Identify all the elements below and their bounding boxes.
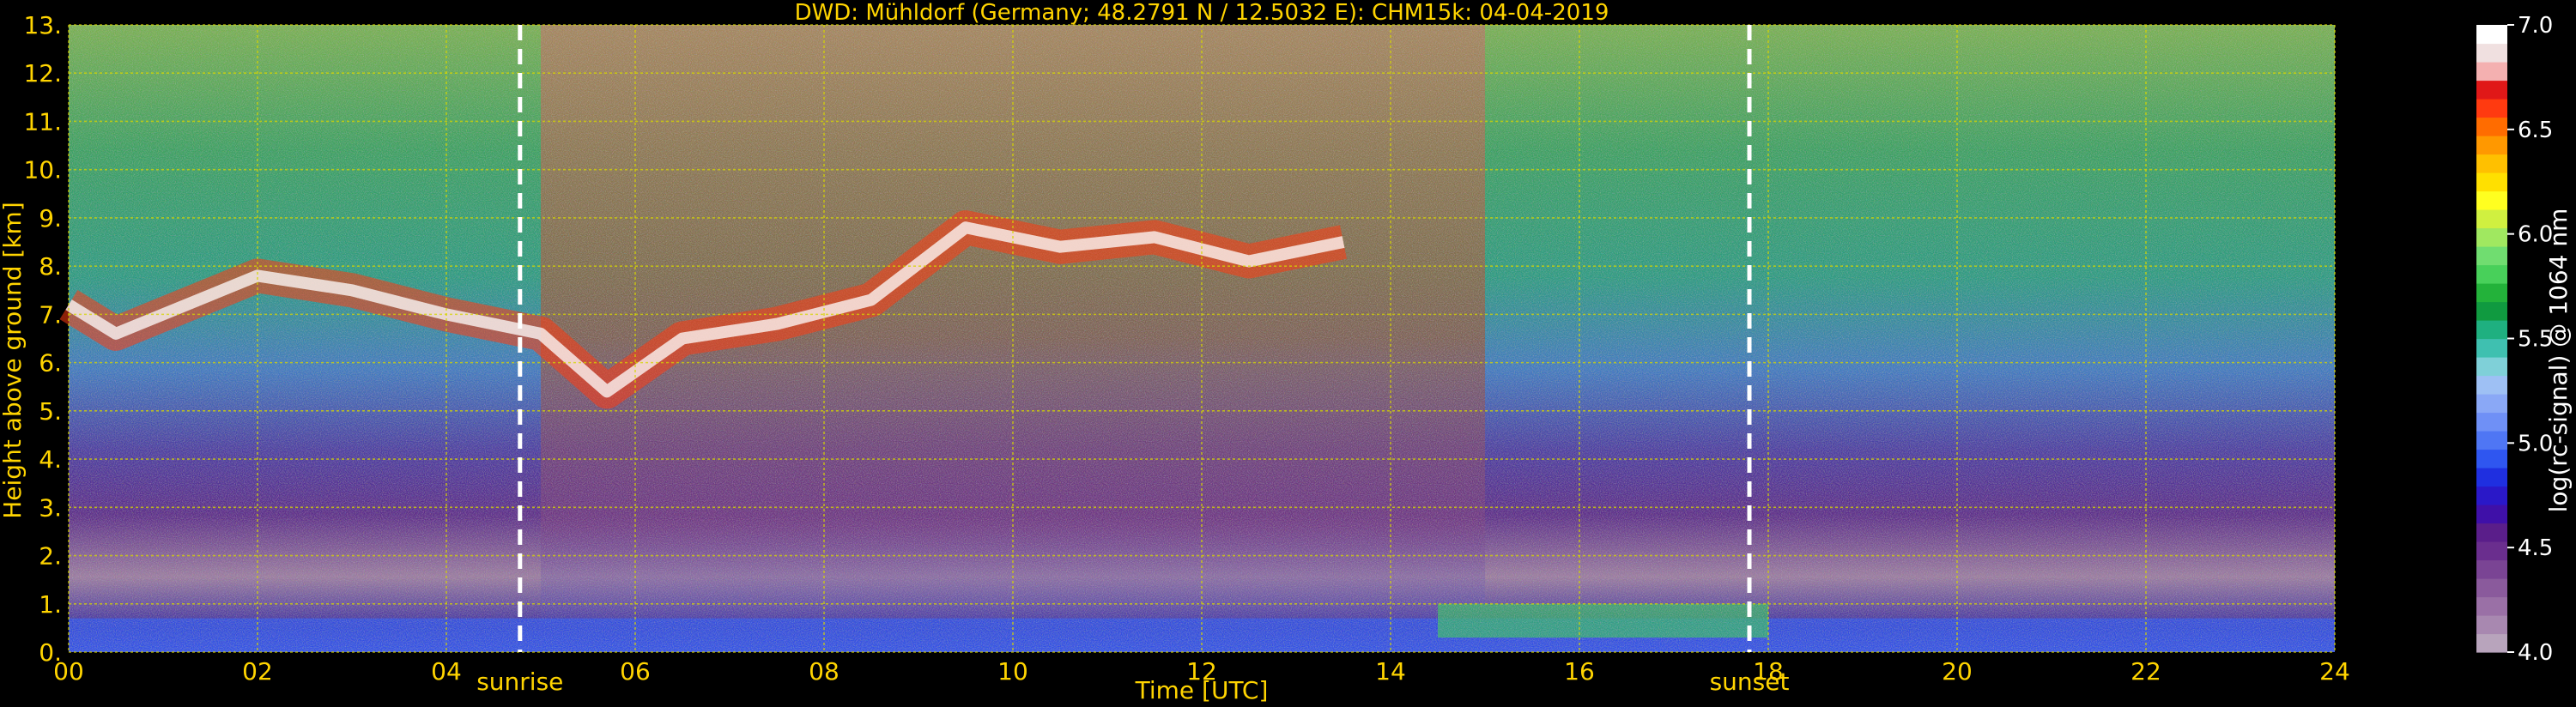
colorbar-segment	[2476, 227, 2507, 247]
colorbar-segment	[2476, 375, 2507, 395]
colorbar-segment	[2476, 246, 2507, 266]
colorbar-segment	[2476, 25, 2507, 45]
y-tick-label: 7.	[39, 300, 62, 329]
colorbar-segment	[2476, 578, 2507, 598]
colorbar-segment	[2476, 505, 2507, 524]
y-tick-label: 3.	[39, 493, 62, 522]
colorbar-segment	[2476, 596, 2507, 616]
colorbar-segment	[2476, 80, 2507, 100]
x-tick-label: 06	[620, 657, 651, 686]
x-tick-label: 04	[431, 657, 462, 686]
x-tick-label: 02	[242, 657, 273, 686]
y-tick-label: 9.	[39, 204, 62, 233]
x-tick-label: 08	[809, 657, 839, 686]
colorbar-segment	[2476, 633, 2507, 653]
y-tick-label: 2.	[39, 542, 62, 571]
y-axis-label: Height above ground [km]	[0, 202, 27, 519]
chart-title: DWD: Mühldorf (Germany; 48.2791 N / 12.5…	[795, 0, 1609, 26]
y-tick-label: 12.	[23, 59, 62, 88]
y-tick-label: 5.	[39, 397, 62, 426]
colorbar-tick-label: 6.5	[2518, 118, 2553, 143]
colorbar-segment	[2476, 264, 2507, 284]
x-tick-label: 20	[1942, 657, 1973, 686]
colorbar-segment	[2476, 468, 2507, 487]
y-tick-label: 4.	[39, 445, 62, 474]
x-tick-label: 14	[1375, 657, 1406, 686]
colorbar-segment	[2476, 357, 2507, 377]
colorbar-segment	[2476, 43, 2507, 63]
colorbar-segment	[2476, 394, 2507, 414]
colorbar-segment	[2476, 559, 2507, 579]
lidar-chart: sunrise sunset 00 02 04 06 08 10 12 14 16 18 20 22 24…	[0, 0, 2573, 704]
x-tick-label: 24	[2319, 657, 2350, 686]
y-tick-label: 8.	[39, 252, 62, 281]
y-tick-label: 10.	[23, 156, 62, 184]
x-tick-label: 16	[1564, 657, 1595, 686]
colorbar-segment	[2476, 615, 2507, 635]
colorbar-segment	[2476, 320, 2507, 340]
colorbar-segment	[2476, 541, 2507, 561]
colorbar-segment	[2476, 62, 2507, 82]
colorbar: 4.04.55.05.56.06.57.0	[2476, 13, 2553, 666]
sunrise-label: sunrise	[476, 668, 563, 696]
colorbar-segment	[2476, 301, 2507, 321]
colorbar-segment	[2476, 190, 2507, 210]
colorbar-segment	[2476, 338, 2507, 358]
colorbar-segment	[2476, 431, 2507, 450]
y-tick-label: 13.	[23, 11, 62, 39]
colorbar-tick-label: 7.0	[2518, 13, 2553, 39]
colorbar-tick-label: 4.0	[2518, 640, 2553, 666]
y-axis-ticks: 0. 1. 2. 3. 4. 5. 6. 7. 8. 9. 10. 11. 12. 13.	[23, 11, 62, 667]
y-tick-label: 1.	[39, 590, 62, 619]
colorbar-segment	[2476, 99, 2507, 118]
colorbar-segment	[2476, 523, 2507, 542]
colorbar-segment	[2476, 172, 2507, 192]
colorbar-segment	[2476, 449, 2507, 468]
x-tick-label: 22	[2131, 657, 2161, 686]
x-tick-label: 10	[997, 657, 1028, 686]
colorbar-tick-label: 4.5	[2518, 535, 2553, 561]
x-axis-label: Time [UTC]	[1135, 676, 1269, 704]
colorbar-segment	[2476, 117, 2507, 136]
x-tick-label: 18	[1753, 657, 1784, 686]
y-tick-label: 11.	[23, 107, 62, 136]
colorbar-segment	[2476, 283, 2507, 303]
colorbar-label: log(rc-signal) @ 1064 nm	[2544, 208, 2573, 513]
colorbar-segment	[2476, 209, 2507, 229]
y-tick-label: 0.	[39, 638, 62, 667]
colorbar-segment	[2476, 136, 2507, 155]
colorbar-segment	[2476, 412, 2507, 432]
colorbar-segment	[2476, 486, 2507, 505]
colorbar-segment	[2476, 154, 2507, 173]
y-tick-label: 6.	[39, 349, 62, 378]
